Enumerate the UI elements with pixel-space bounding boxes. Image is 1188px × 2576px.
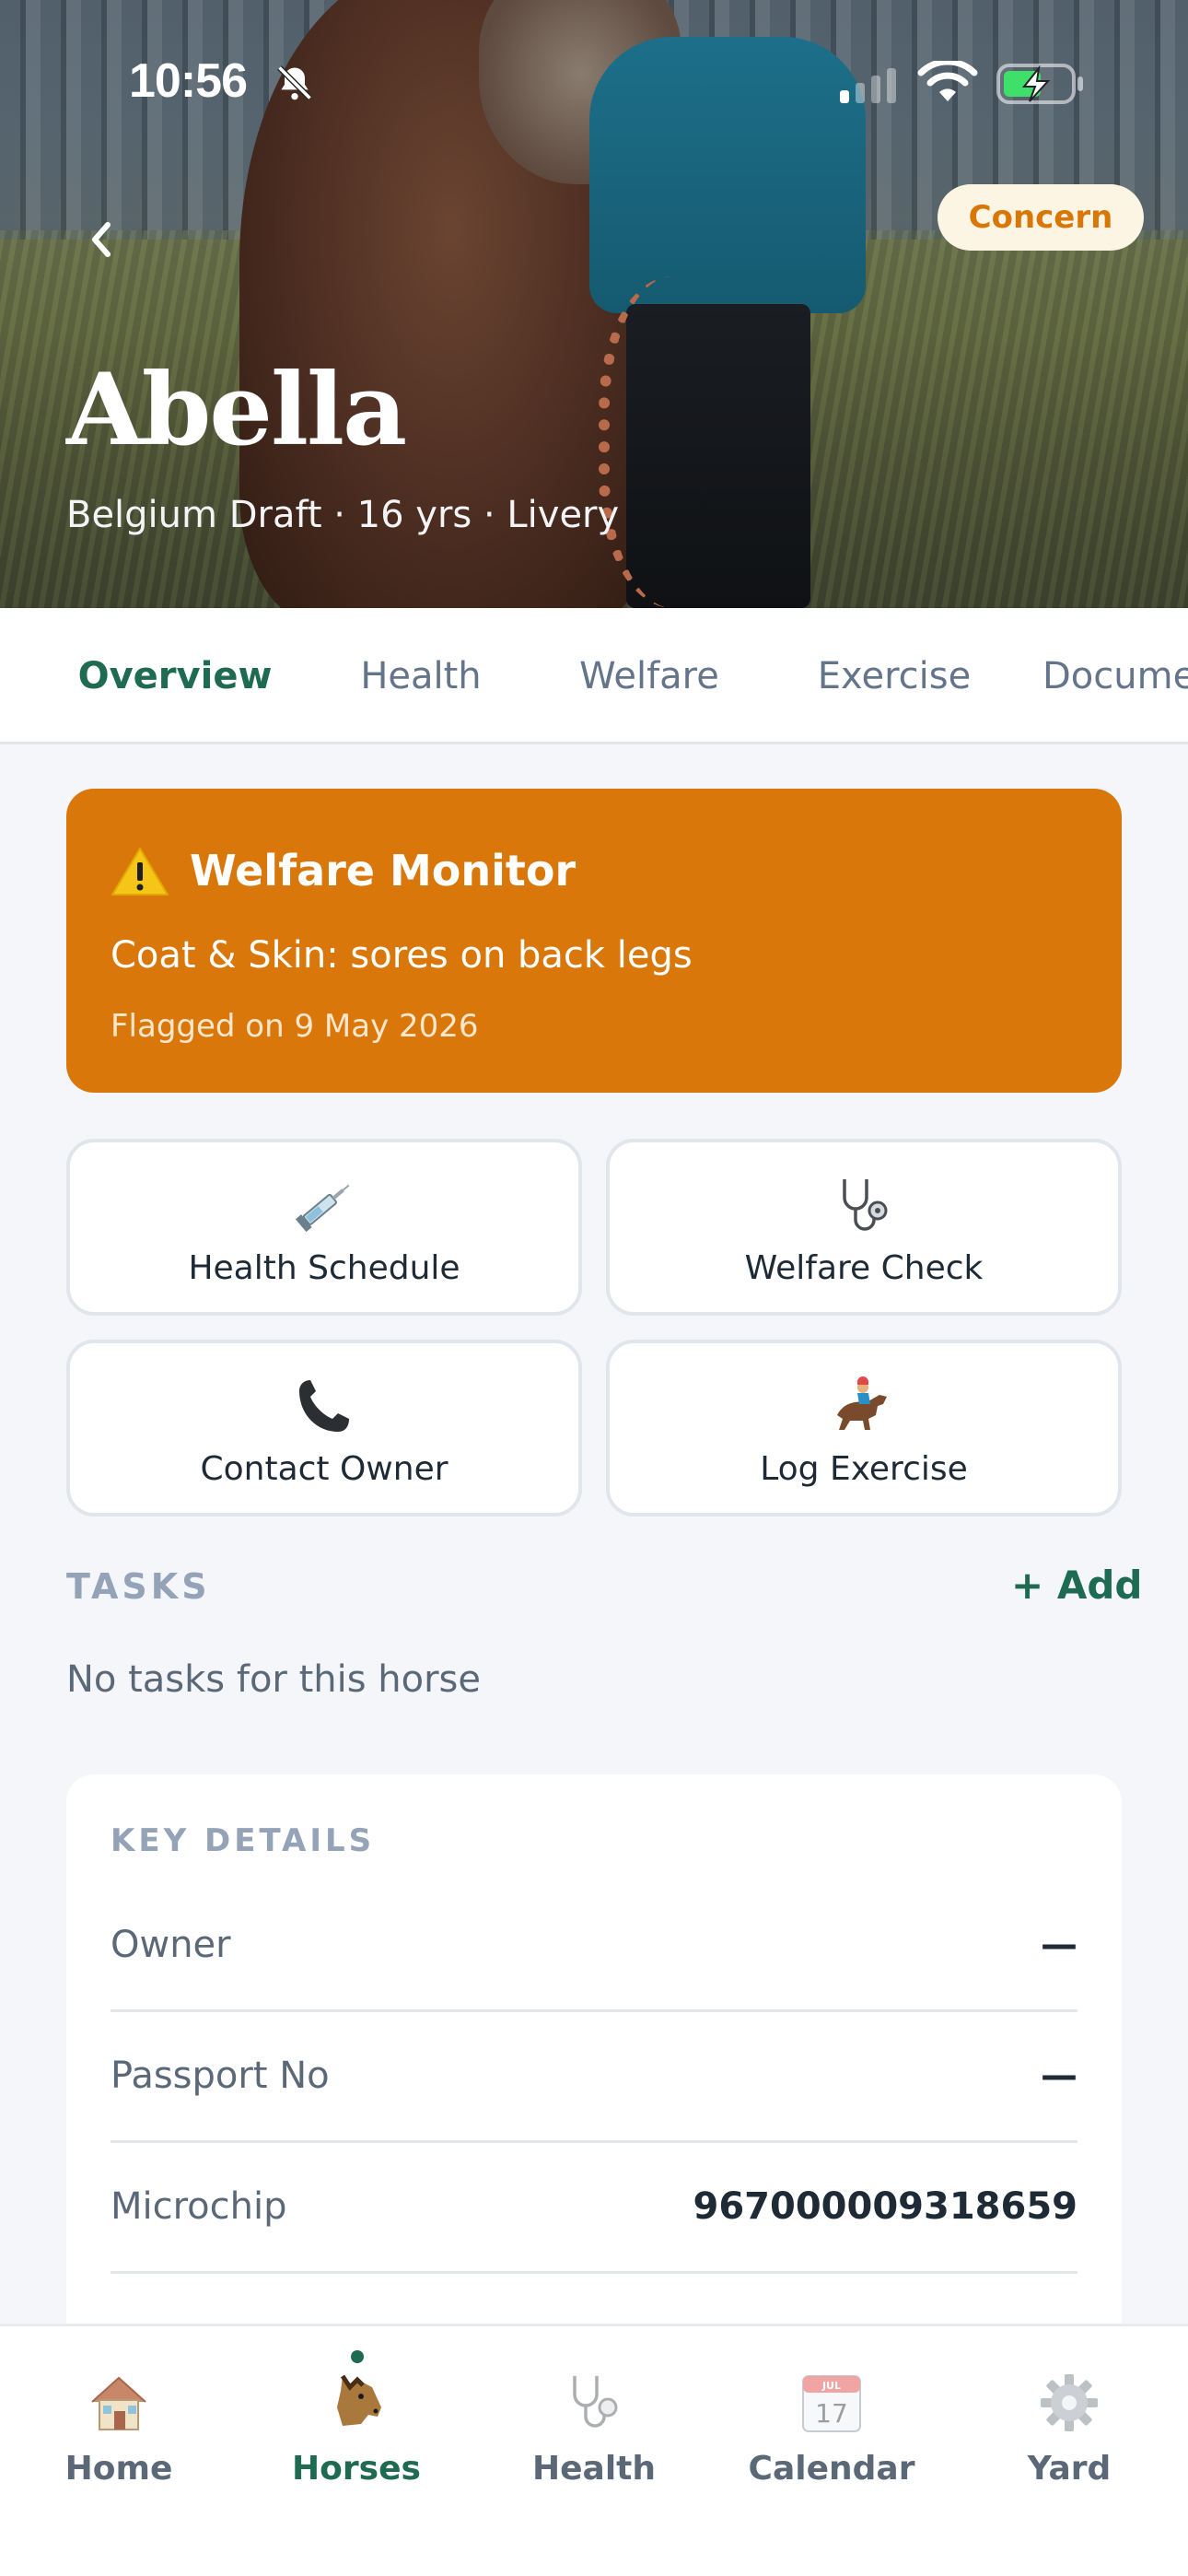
nav-label: Horses: [292, 2450, 421, 2488]
horse-racing-icon: [837, 1376, 887, 1430]
nav-label: Calendar: [748, 2450, 915, 2488]
health-schedule-button[interactable]: Health Schedule: [66, 1139, 582, 1316]
welfare-alert-text: Coat & Skin: sores on back legs: [111, 934, 693, 977]
tab-documents[interactable]: Documents: [1042, 608, 1188, 742]
key-details-heading: KEY DETAILS: [111, 1822, 376, 1859]
active-indicator-dot: [351, 2350, 364, 2363]
calendar-icon: JUL 17: [802, 2375, 861, 2432]
tasks-empty-state: No tasks for this horse: [66, 1658, 481, 1701]
chevron-left-icon: [92, 222, 111, 257]
nav-health[interactable]: Health: [475, 2326, 713, 2511]
nav-yard[interactable]: Yard: [950, 2326, 1188, 2511]
welfare-alert-card[interactable]: Welfare Monitor Coat & Skin: sores on ba…: [66, 789, 1122, 1093]
tasks-heading: TASKS: [66, 1566, 211, 1607]
back-button[interactable]: [74, 212, 129, 267]
detail-row-passport: Passport No —: [111, 2012, 1077, 2143]
horse-meta: Belgium Draft · 16 yrs · Livery: [66, 494, 620, 536]
detail-row-microchip: Microchip 967000009318659: [111, 2143, 1077, 2274]
nav-label: Health: [531, 2450, 656, 2488]
wifi-icon: [917, 61, 978, 101]
tab-welfare[interactable]: Welfare: [562, 608, 737, 742]
phone-icon: [299, 1380, 349, 1432]
add-task-button[interactable]: + Add: [1011, 1563, 1142, 1608]
nav-calendar[interactable]: JUL 17 Calendar: [713, 2326, 950, 2511]
action-label: Contact Owner: [200, 1450, 448, 1488]
stethoscope-icon: [573, 2376, 618, 2428]
signal-icon: [840, 68, 896, 103]
key-details-card: KEY DETAILS Owner — Passport No — Microc…: [66, 1774, 1122, 2419]
action-label: Welfare Check: [744, 1249, 984, 1287]
nav-label: Home: [64, 2450, 173, 2488]
battery-charging-icon: [996, 64, 1083, 104]
stethoscope-icon: [843, 1179, 888, 1231]
page-title: Abella: [66, 352, 407, 468]
syringe-icon: [295, 1184, 350, 1233]
status-badge-concern: Concern: [938, 184, 1144, 251]
action-label: Log Exercise: [760, 1450, 968, 1488]
warning-icon: [111, 848, 169, 896]
hero-photo: 10:56 Concern Abella Belgium Draft · 16 …: [0, 0, 1188, 608]
detail-label: Owner: [111, 1924, 231, 1966]
bottom-tab-bar: Home Horses Health JUL 17 Calendar Yard: [0, 2324, 1188, 2576]
welfare-alert-date: Flagged on 9 May 2026: [111, 1008, 479, 1045]
tab-overview[interactable]: Overview: [44, 608, 306, 742]
svg-text:17: 17: [815, 2398, 848, 2429]
nav-home[interactable]: Home: [0, 2326, 238, 2511]
action-label: Health Schedule: [188, 1249, 460, 1287]
tab-exercise[interactable]: Exercise: [798, 608, 991, 742]
detail-value: 967000009318659: [693, 2185, 1077, 2228]
gear-icon: [1041, 2374, 1098, 2431]
nav-horses[interactable]: Horses: [238, 2326, 475, 2511]
horse-face-icon: [337, 2374, 381, 2426]
svg-text:JUL: JUL: [821, 2380, 841, 2392]
detail-label: Passport No: [111, 2055, 330, 2097]
horse-detail-screen: 10:56 Concern Abella Belgium Draft · 16 …: [0, 0, 1188, 2576]
detail-label: Microchip: [111, 2185, 287, 2228]
detail-value: —: [1041, 2055, 1077, 2097]
nav-label: Yard: [1027, 2450, 1112, 2488]
status-time: 10:56: [129, 54, 248, 108]
bell-off-icon: [277, 65, 312, 100]
status-bar: 10:56: [0, 44, 1188, 118]
contact-owner-button[interactable]: Contact Owner: [66, 1340, 582, 1516]
detail-row-owner: Owner —: [111, 1881, 1077, 2012]
log-exercise-button[interactable]: Log Exercise: [606, 1340, 1122, 1516]
tab-bar: Overview Health Welfare Exercise Documen…: [0, 608, 1188, 744]
welfare-alert-title: Welfare Monitor: [190, 846, 577, 896]
tab-health[interactable]: Health: [343, 608, 499, 742]
detail-value: —: [1041, 1924, 1077, 1966]
lead-rope: [599, 276, 783, 608]
house-icon: [91, 2376, 146, 2430]
welfare-check-button[interactable]: Welfare Check: [606, 1139, 1122, 1316]
